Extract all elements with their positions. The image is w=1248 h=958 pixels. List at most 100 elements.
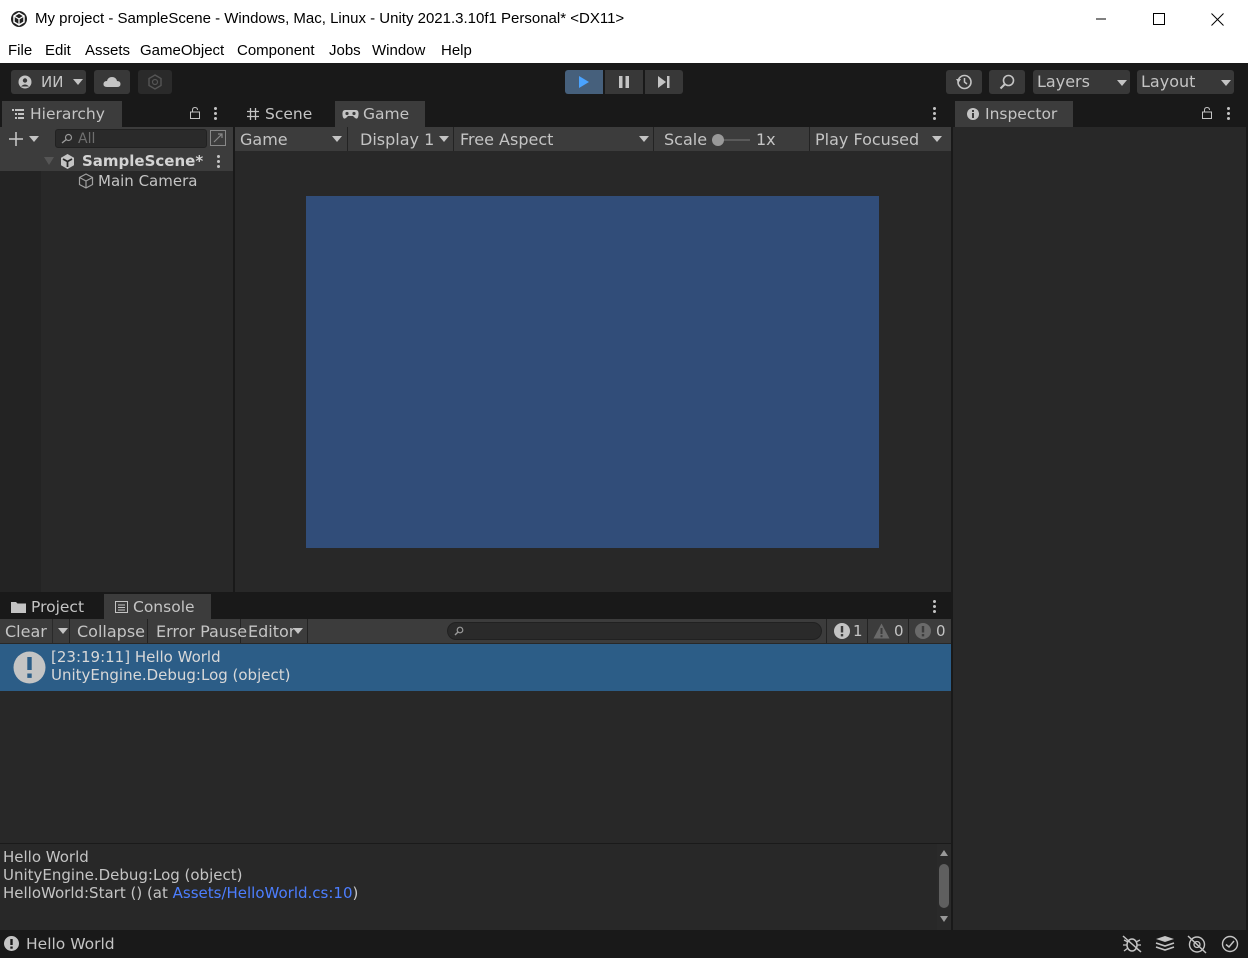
game-mode-dropdown[interactable]: Game (235, 127, 348, 151)
status-bar: Hello World (0, 930, 1248, 958)
close-button[interactable] (1188, 0, 1246, 38)
menu-gameobject[interactable]: GameObject (140, 42, 224, 59)
error-pause-button[interactable]: Error Pause (151, 619, 247, 643)
minimize-button[interactable] (1072, 0, 1130, 38)
hierarchy-search-input[interactable]: All (55, 129, 207, 148)
account-dropdown[interactable]: ИИ (11, 70, 86, 94)
detail-line3: HelloWorld:Start () (at Assets/HelloWorl… (3, 884, 358, 902)
undo-history-button[interactable] (946, 70, 982, 94)
lock-icon[interactable] (1202, 107, 1212, 119)
menu-file[interactable]: File (8, 42, 32, 59)
console-icon (115, 600, 128, 613)
hierarchy-menu-kebab-icon[interactable] (214, 107, 218, 122)
step-button[interactable] (645, 70, 683, 94)
cloud-button[interactable] (94, 70, 130, 94)
chevron-down-icon[interactable] (29, 136, 39, 142)
console-log-entry[interactable]: [23:19:11] Hello World UnityEngine.Debug… (0, 644, 951, 691)
collapse-button[interactable]: Collapse (72, 619, 148, 643)
collapse-label: Collapse (77, 622, 145, 641)
hierarchy-gutter (0, 151, 41, 592)
log-count-toggle[interactable]: 1 (826, 619, 868, 643)
detail-scrollbar[interactable] (937, 844, 951, 930)
scroll-down-icon[interactable] (940, 916, 948, 922)
hierarchy-panel: All SampleScene* Main Camera (0, 127, 233, 592)
auto-generate-lighting-icon[interactable] (1187, 935, 1207, 954)
menu-help[interactable]: Help (441, 42, 472, 59)
error-count: 0 (936, 622, 946, 640)
account-label: ИИ (41, 73, 64, 91)
collab-button[interactable] (138, 70, 172, 94)
pause-button[interactable] (605, 70, 643, 94)
search-icon (454, 626, 464, 636)
status-message[interactable]: Hello World (26, 935, 115, 953)
search-icon (61, 133, 73, 144)
menu-edit[interactable]: Edit (45, 42, 71, 59)
search-icon (999, 74, 1015, 90)
menu-assets[interactable]: Assets (85, 42, 130, 59)
main-toolbar: ИИ Layers Layout (0, 63, 1248, 101)
hierarchy-item-main-camera[interactable]: Main Camera (0, 171, 233, 191)
scroll-thumb[interactable] (939, 864, 949, 908)
console-menu-kebab-icon[interactable] (933, 600, 937, 615)
chevron-down-icon (332, 136, 342, 142)
add-icon[interactable] (8, 131, 24, 147)
console-search-input[interactable] (447, 622, 822, 640)
debug-bug-icon[interactable] (1122, 935, 1142, 953)
info-status-icon (4, 936, 19, 951)
aspect-dropdown[interactable]: Free Aspect (455, 127, 654, 151)
warning-count: 0 (894, 622, 904, 640)
inspector-tab-label: Inspector (985, 105, 1058, 123)
info-log-icon (834, 623, 850, 639)
tab-inspector[interactable]: Inspector (955, 101, 1073, 127)
inspector-menu-kebab-icon[interactable] (1227, 107, 1231, 122)
clear-dropdown[interactable]: Clear (0, 619, 70, 643)
check-circle-icon[interactable] (1221, 935, 1239, 953)
menu-component[interactable]: Component (237, 42, 315, 59)
console-panel: Clear Collapse Error Pause Editor 1 0 0 … (0, 619, 951, 930)
tab-console[interactable]: Console (104, 594, 211, 619)
play-icon (578, 75, 590, 89)
scale-handle[interactable] (712, 134, 724, 146)
log-count: 1 (853, 622, 863, 640)
foldout-arrow-icon[interactable] (44, 157, 54, 165)
console-detail-pane: Hello World UnityEngine.Debug:Log (objec… (0, 844, 951, 930)
game-viewport[interactable] (306, 196, 879, 548)
source-link[interactable]: Assets/HelloWorld.cs:10 (173, 884, 353, 902)
maximize-button[interactable] (1130, 0, 1188, 38)
log-entry-line1: [23:19:11] Hello World (51, 648, 221, 666)
tab-hierarchy[interactable]: Hierarchy (2, 101, 122, 127)
warning-count-toggle[interactable]: 0 (869, 619, 909, 643)
tab-game[interactable]: Game (335, 101, 425, 127)
display-dropdown[interactable]: Display 1 (355, 127, 454, 151)
editor-dropdown[interactable]: Editor (243, 619, 308, 643)
error-count-toggle[interactable]: 0 (910, 619, 951, 643)
lock-icon[interactable] (190, 107, 200, 119)
scale-slider[interactable]: Scale 1x (659, 127, 809, 151)
layout-dropdown[interactable]: Layout (1137, 70, 1234, 94)
scene-tab-label: Scene (265, 105, 313, 123)
tab-scene[interactable]: Scene (237, 101, 333, 127)
scene-visibility-icon[interactable] (210, 130, 227, 147)
unity-logo-icon (10, 10, 28, 28)
hierarchy-search-placeholder: All (78, 131, 96, 147)
game-mode-label: Game (240, 130, 288, 149)
chevron-down-icon (1221, 80, 1231, 86)
title-bar: My project - SampleScene - Windows, Mac,… (0, 0, 1248, 38)
window-title: My project - SampleScene - Windows, Mac,… (35, 10, 625, 27)
play-mode-label: Play Focused (815, 130, 920, 149)
step-icon (657, 75, 671, 89)
game-menu-kebab-icon[interactable] (933, 107, 937, 122)
scene-menu-kebab-icon[interactable] (217, 155, 221, 170)
menu-window[interactable]: Window (372, 42, 425, 59)
search-button[interactable] (989, 70, 1025, 94)
menu-jobs[interactable]: Jobs (329, 42, 361, 59)
scene-row[interactable]: SampleScene* (0, 151, 233, 171)
gamepad-icon (342, 109, 359, 120)
play-button[interactable] (565, 70, 603, 94)
scroll-up-icon[interactable] (940, 850, 948, 856)
layers-dropdown[interactable]: Layers (1033, 70, 1130, 94)
tab-project[interactable]: Project (2, 594, 102, 619)
play-focused-dropdown[interactable]: Play Focused (809, 127, 951, 151)
cache-server-icon[interactable] (1155, 935, 1175, 953)
error-icon (915, 623, 931, 639)
